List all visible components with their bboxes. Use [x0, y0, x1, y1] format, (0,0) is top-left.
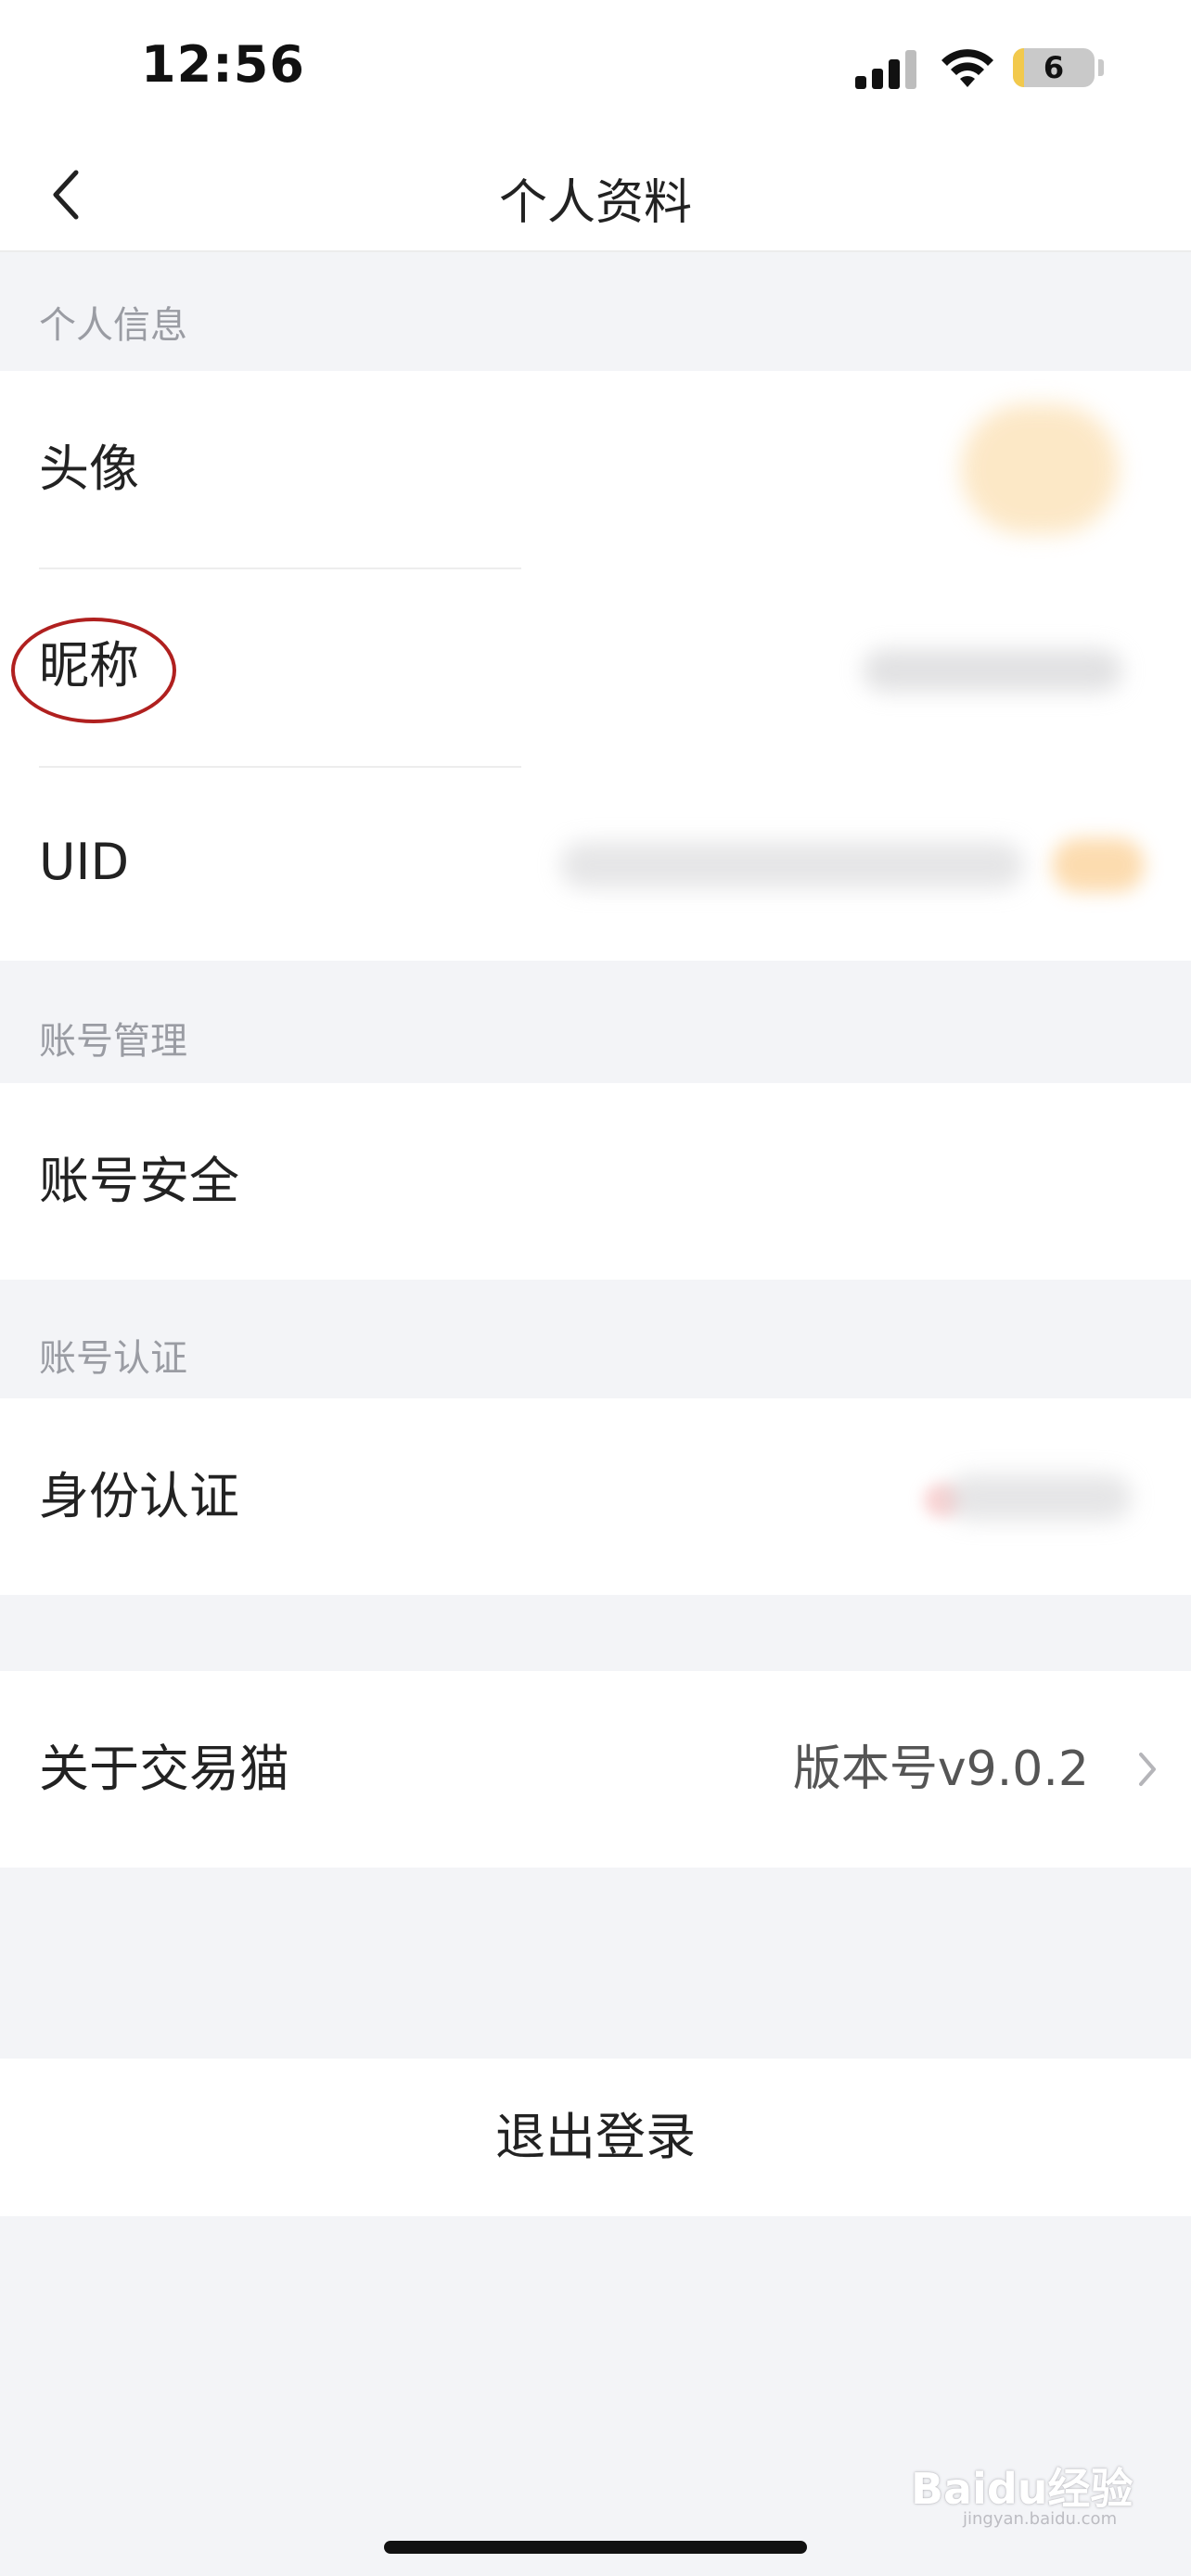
row-account-security[interactable]: 账号安全	[0, 1083, 1191, 1280]
battery-cap	[1098, 59, 1104, 76]
cellular-signal-icon	[855, 48, 922, 89]
about-group: 关于交易猫 版本号v9.0.2	[0, 1671, 1191, 1868]
row-divider	[39, 766, 521, 768]
account-management-group: 账号安全	[0, 1083, 1191, 1280]
version-value: 版本号v9.0.2	[792, 1741, 1089, 1797]
row-avatar-label: 头像	[39, 440, 139, 498]
watermark-logo: Baidu经验 jingyan.baidu.com	[911, 2455, 1133, 2529]
status-bar: 12:56 6	[0, 0, 1191, 139]
page-title: 个人资料	[498, 175, 692, 231]
section-label-account-management: 账号管理	[39, 1020, 187, 1063]
wifi-icon	[941, 49, 993, 87]
battery-level: 6	[1043, 50, 1065, 85]
verification-status-blurred	[946, 1474, 1132, 1521]
row-account-security-label: 账号安全	[39, 1152, 239, 1210]
section-label-account-verification: 账号认证	[39, 1337, 187, 1380]
row-identity-verification-label: 身份认证	[39, 1467, 239, 1525]
uid-copy-tag-blurred	[1052, 838, 1145, 892]
logout-button[interactable]: 退出登录	[0, 2059, 1191, 2216]
annotation-circle	[11, 618, 176, 723]
chevron-right-icon	[1139, 1753, 1156, 1786]
battery-icon: 6	[1013, 48, 1095, 87]
row-uid-label: UID	[39, 833, 130, 891]
logout-label: 退出登录	[495, 2108, 696, 2166]
nav-bar: 个人资料	[0, 139, 1191, 252]
row-about-label: 关于交易猫	[39, 1740, 289, 1798]
watermark-text: Baidu经验	[911, 2464, 1133, 2514]
nickname-value-blurred	[863, 649, 1122, 692]
avatar-image-blurred	[961, 404, 1119, 534]
status-time: 12:56	[141, 35, 305, 94]
uid-value-blurred	[560, 842, 1024, 888]
watermark-subtext: jingyan.baidu.com	[963, 2509, 1118, 2529]
row-about[interactable]: 关于交易猫 版本号v9.0.2	[0, 1671, 1191, 1868]
section-label-personal-info: 个人信息	[39, 304, 187, 347]
home-indicator[interactable]	[384, 2541, 807, 2554]
row-divider	[39, 567, 521, 569]
